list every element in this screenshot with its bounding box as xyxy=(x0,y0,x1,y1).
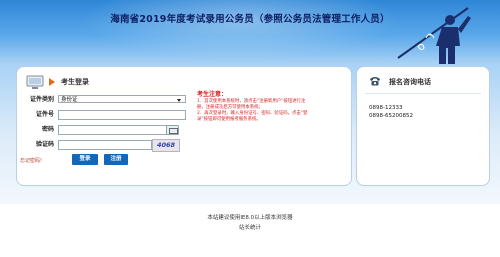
keyboard-icon[interactable] xyxy=(166,125,179,135)
notice-line: 录”按钮即可使用报考服务系统。 xyxy=(197,117,261,122)
arrow-right-icon xyxy=(49,78,55,86)
id-type-select[interactable]: 身份证 xyxy=(58,95,186,103)
notice-title: 考生注意： xyxy=(197,91,228,98)
captcha-input[interactable] xyxy=(58,140,152,150)
phone-number: 0898-12333 xyxy=(369,105,403,111)
id-number-input[interactable] xyxy=(58,110,186,120)
captcha-label: 验证码 xyxy=(35,141,54,148)
id-type-value: 身份证 xyxy=(61,97,78,103)
divider xyxy=(365,93,481,94)
contact-panel: 报名咨询电话 0898-12333 0898-65200852 xyxy=(356,66,490,186)
header-banner: 海南省2019年度考试录用公务员（参照公务员法管理工作人员） xyxy=(0,0,500,64)
person-silhouette-icon xyxy=(397,7,471,64)
login-header: 考生登录 xyxy=(25,75,175,93)
notice-box: 考生注意： 1．首次使用本系统时，须点击“注册新用户”按钮进行注 册，注册成功后… xyxy=(197,91,345,123)
site-stats-link[interactable]: 站长统计 xyxy=(0,223,500,231)
captcha-image[interactable]: 4068 xyxy=(152,139,180,152)
login-title: 考生登录 xyxy=(61,78,89,86)
id-type-label: 证件类别 xyxy=(29,96,54,103)
phone-icon xyxy=(370,77,380,86)
chevron-down-icon xyxy=(177,99,181,102)
computer-icon xyxy=(26,75,44,89)
forgot-password-link[interactable]: 忘记密码! xyxy=(20,157,42,164)
contact-title: 报名咨询电话 xyxy=(389,78,431,86)
phone-number: 0898-65200852 xyxy=(369,113,413,119)
id-number-label: 证件号 xyxy=(35,111,54,118)
banner-glow xyxy=(80,0,400,60)
login-button[interactable]: 登录 xyxy=(72,154,98,165)
password-input[interactable] xyxy=(58,125,175,135)
register-button[interactable]: 注册 xyxy=(104,154,128,165)
password-label: 密码 xyxy=(41,126,54,133)
browser-notice: 本站建议使用IE8.0以上版本浏览器 xyxy=(207,215,293,221)
